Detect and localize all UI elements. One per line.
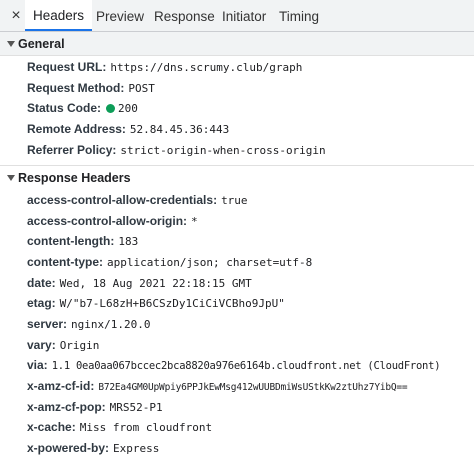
response-header-row: x-amz-cf-id: B72Ea4GM0UpWpiy6PPJkEwMsg412… [27, 376, 408, 396]
tab-headers[interactable]: Headers [25, 0, 93, 31]
row-key: via: [27, 358, 48, 372]
response-header-row: via: 1.1 0ea0aa067bccec2bca8820a976e6164b… [27, 355, 441, 375]
row-key: etag: [27, 296, 56, 310]
tab-initiator[interactable]: Initiator [222, 0, 266, 31]
row-value[interactable]: nginx/1.20.0 [71, 318, 150, 331]
row-key: Referrer Policy: [27, 143, 117, 157]
expand-caret-icon [7, 175, 15, 181]
row-value[interactable]: 200 [118, 102, 138, 115]
response-header-row: x-powered-by: Express [27, 438, 159, 458]
response-header-row: access-control-allow-credentials: true [27, 190, 248, 210]
row-key: Request URL: [27, 60, 107, 74]
row-value[interactable]: Origin [60, 339, 100, 352]
response-header-row: x-cache: Miss from cloudfront [27, 417, 212, 437]
row-key: x-amz-cf-pop: [27, 400, 106, 414]
response-header-row: date: Wed, 18 Aug 2021 22:18:15 GMT [27, 273, 252, 293]
response-header-row: etag: W/"b7-L68zH+B6CSzDy1CiCiVCBho9JpU" [27, 293, 285, 313]
general-row-remote-address: Remote Address: 52.84.45.36:443 [27, 119, 229, 139]
row-key: vary: [27, 338, 56, 352]
row-key: x-powered-by: [27, 441, 110, 455]
row-value[interactable]: 183 [118, 235, 138, 248]
close-icon[interactable]: × [8, 6, 24, 26]
response-header-row: vary: Origin [27, 335, 99, 355]
row-value[interactable]: 52.84.45.36:443 [130, 123, 229, 136]
row-value[interactable]: POST [128, 82, 155, 95]
row-value[interactable]: MRS52-P1 [110, 401, 163, 414]
expand-caret-icon [7, 41, 15, 47]
row-value[interactable]: Express [113, 442, 159, 455]
row-value[interactable]: B72Ea4GM0UpWpiy6PPJkEwMsg412wUUBDmiWsUSt… [98, 382, 407, 393]
row-key: x-amz-cf-id: [27, 379, 95, 393]
row-key: content-type: [27, 255, 103, 269]
tab-bar: × Headers Preview Response Initiator Tim… [0, 0, 474, 32]
row-value[interactable]: application/json; charset=utf-8 [107, 256, 312, 269]
general-row-status-code: Status Code: 200 [27, 98, 138, 118]
general-section-header[interactable]: General [0, 32, 474, 56]
row-key: Request Method: [27, 81, 125, 95]
general-row-request-method: Request Method: POST [27, 78, 155, 98]
row-value[interactable]: Miss from cloudfront [80, 421, 212, 434]
response-header-row: access-control-allow-origin: * [27, 211, 198, 231]
row-key: content-length: [27, 234, 115, 248]
row-value[interactable]: 1.1 0ea0aa067bccec2bca8820a976e6164b.clo… [52, 360, 441, 372]
status-ok-dot-icon [106, 104, 116, 113]
response-header-row: content-length: 183 [27, 231, 138, 251]
general-section-title: General [18, 37, 65, 51]
row-value[interactable]: * [191, 215, 198, 228]
devtools-headers-panel: × Headers Preview Response Initiator Tim… [0, 0, 474, 462]
response-header-row: content-type: application/json; charset=u… [27, 252, 312, 272]
row-key: server: [27, 317, 68, 331]
response-header-row: server: nginx/1.20.0 [27, 314, 151, 334]
row-value[interactable]: Wed, 18 Aug 2021 22:18:15 GMT [60, 277, 252, 290]
response-headers-section-header[interactable]: Response Headers [0, 165, 474, 189]
general-row-referrer-policy: Referrer Policy: strict-origin-when-cross… [27, 140, 326, 160]
general-row-request-url: Request URL: https://dns.scrumy.club/grap… [27, 57, 302, 77]
tab-timing[interactable]: Timing [279, 0, 319, 31]
response-headers-section-title: Response Headers [18, 171, 131, 185]
row-value[interactable]: strict-origin-when-cross-origin [120, 144, 325, 157]
tab-preview[interactable]: Preview [96, 0, 144, 31]
row-key: access-control-allow-origin: [27, 214, 188, 228]
row-value[interactable]: true [221, 194, 248, 207]
row-value[interactable]: W/"b7-L68zH+B6CSzDy1CiCiVCBho9JpU" [60, 297, 285, 310]
row-key: Status Code: [27, 101, 102, 115]
row-key: access-control-allow-credentials: [27, 193, 218, 207]
response-header-row: x-amz-cf-pop: MRS52-P1 [27, 397, 163, 417]
tab-response[interactable]: Response [154, 0, 215, 31]
row-value[interactable]: https://dns.scrumy.club/graph [110, 61, 302, 74]
row-key: Remote Address: [27, 122, 126, 136]
row-key: x-cache: [27, 420, 76, 434]
row-key: date: [27, 276, 56, 290]
